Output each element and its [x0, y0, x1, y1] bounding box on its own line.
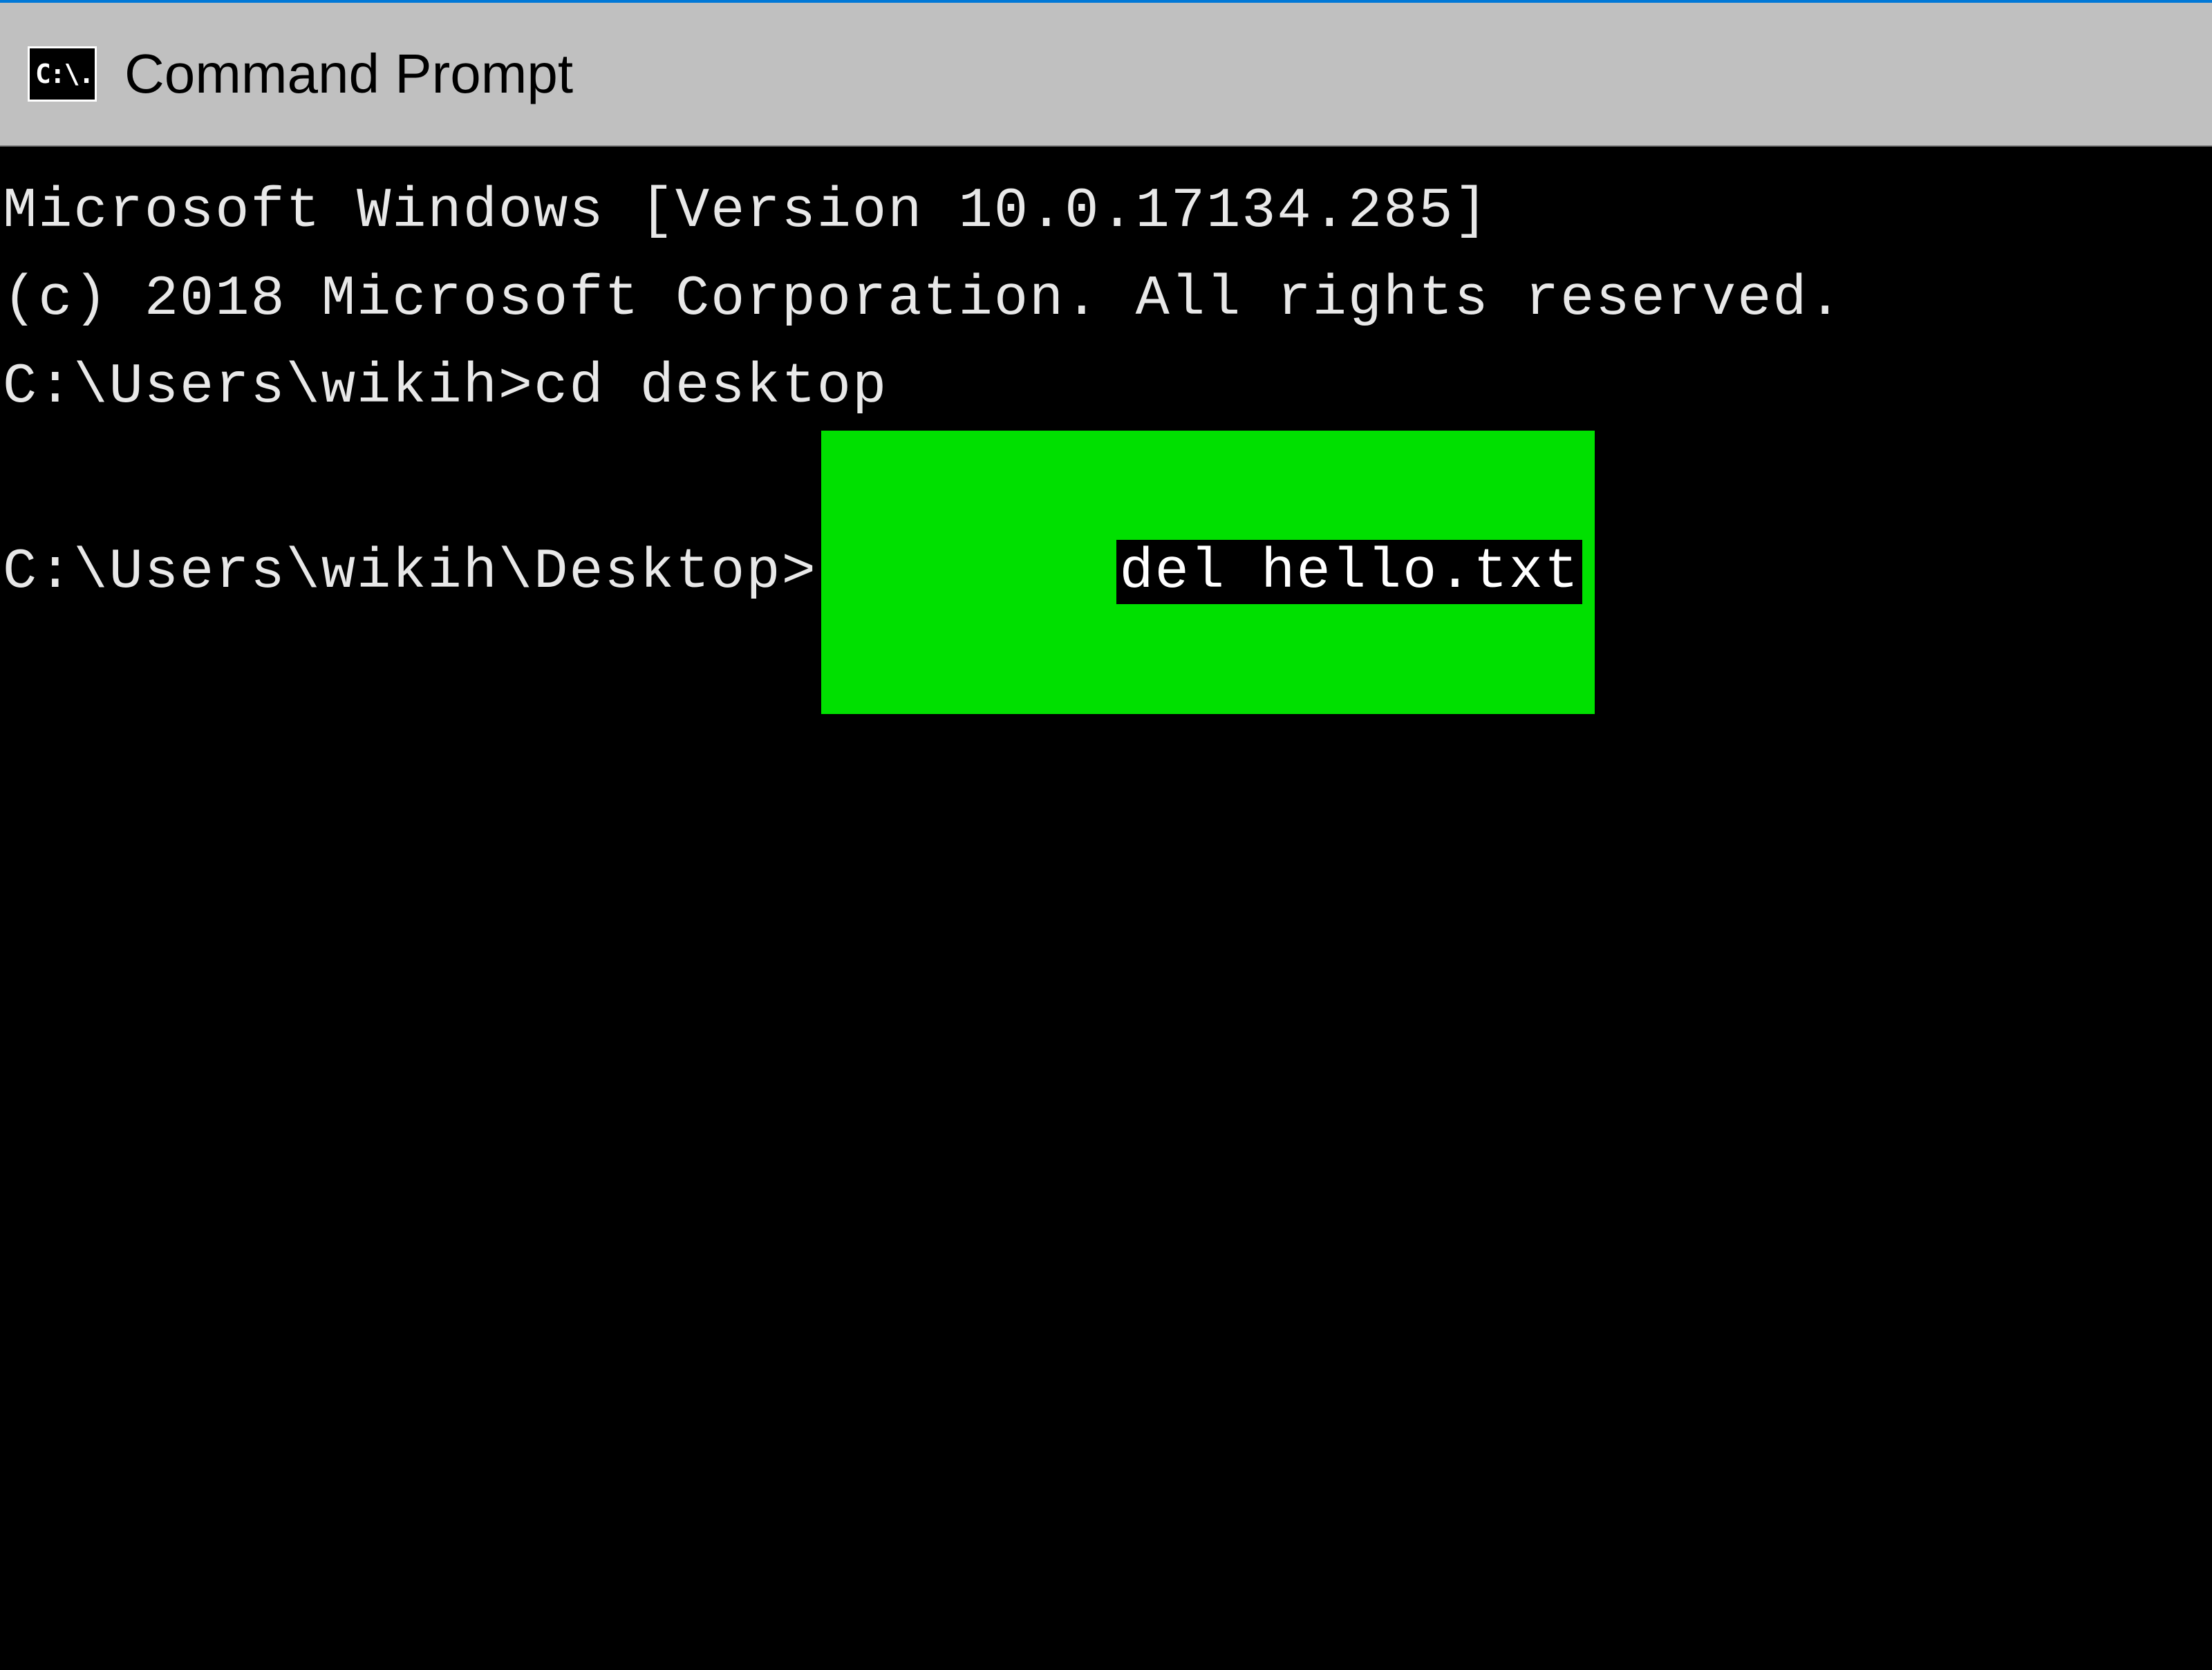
active-prompt-line: C:\Users\wikih\Desktop> del hello.txt — [3, 431, 2212, 713]
terminal-line: C:\Users\wikih>cd desktop — [3, 343, 2212, 431]
cmd-icon: C:\. — [28, 46, 97, 102]
highlighted-command[interactable]: del hello.txt — [1116, 540, 1582, 604]
cmd-icon-text: C:\. — [35, 59, 93, 89]
terminal-line: Microsoft Windows [Version 10.0.17134.28… — [3, 167, 2212, 255]
command-prompt-window: C:\. Command Prompt Microsoft Windows [V… — [0, 0, 2212, 1670]
highlight-box: del hello.txt — [821, 431, 1595, 713]
window-title: Command Prompt — [124, 42, 573, 106]
terminal-body[interactable]: Microsoft Windows [Version 10.0.17134.28… — [0, 147, 2212, 1670]
terminal-line: (c) 2018 Microsoft Corporation. All righ… — [3, 255, 2212, 343]
prompt-prefix: C:\Users\wikih\Desktop> — [3, 528, 817, 616]
titlebar[interactable]: C:\. Command Prompt — [0, 3, 2212, 147]
